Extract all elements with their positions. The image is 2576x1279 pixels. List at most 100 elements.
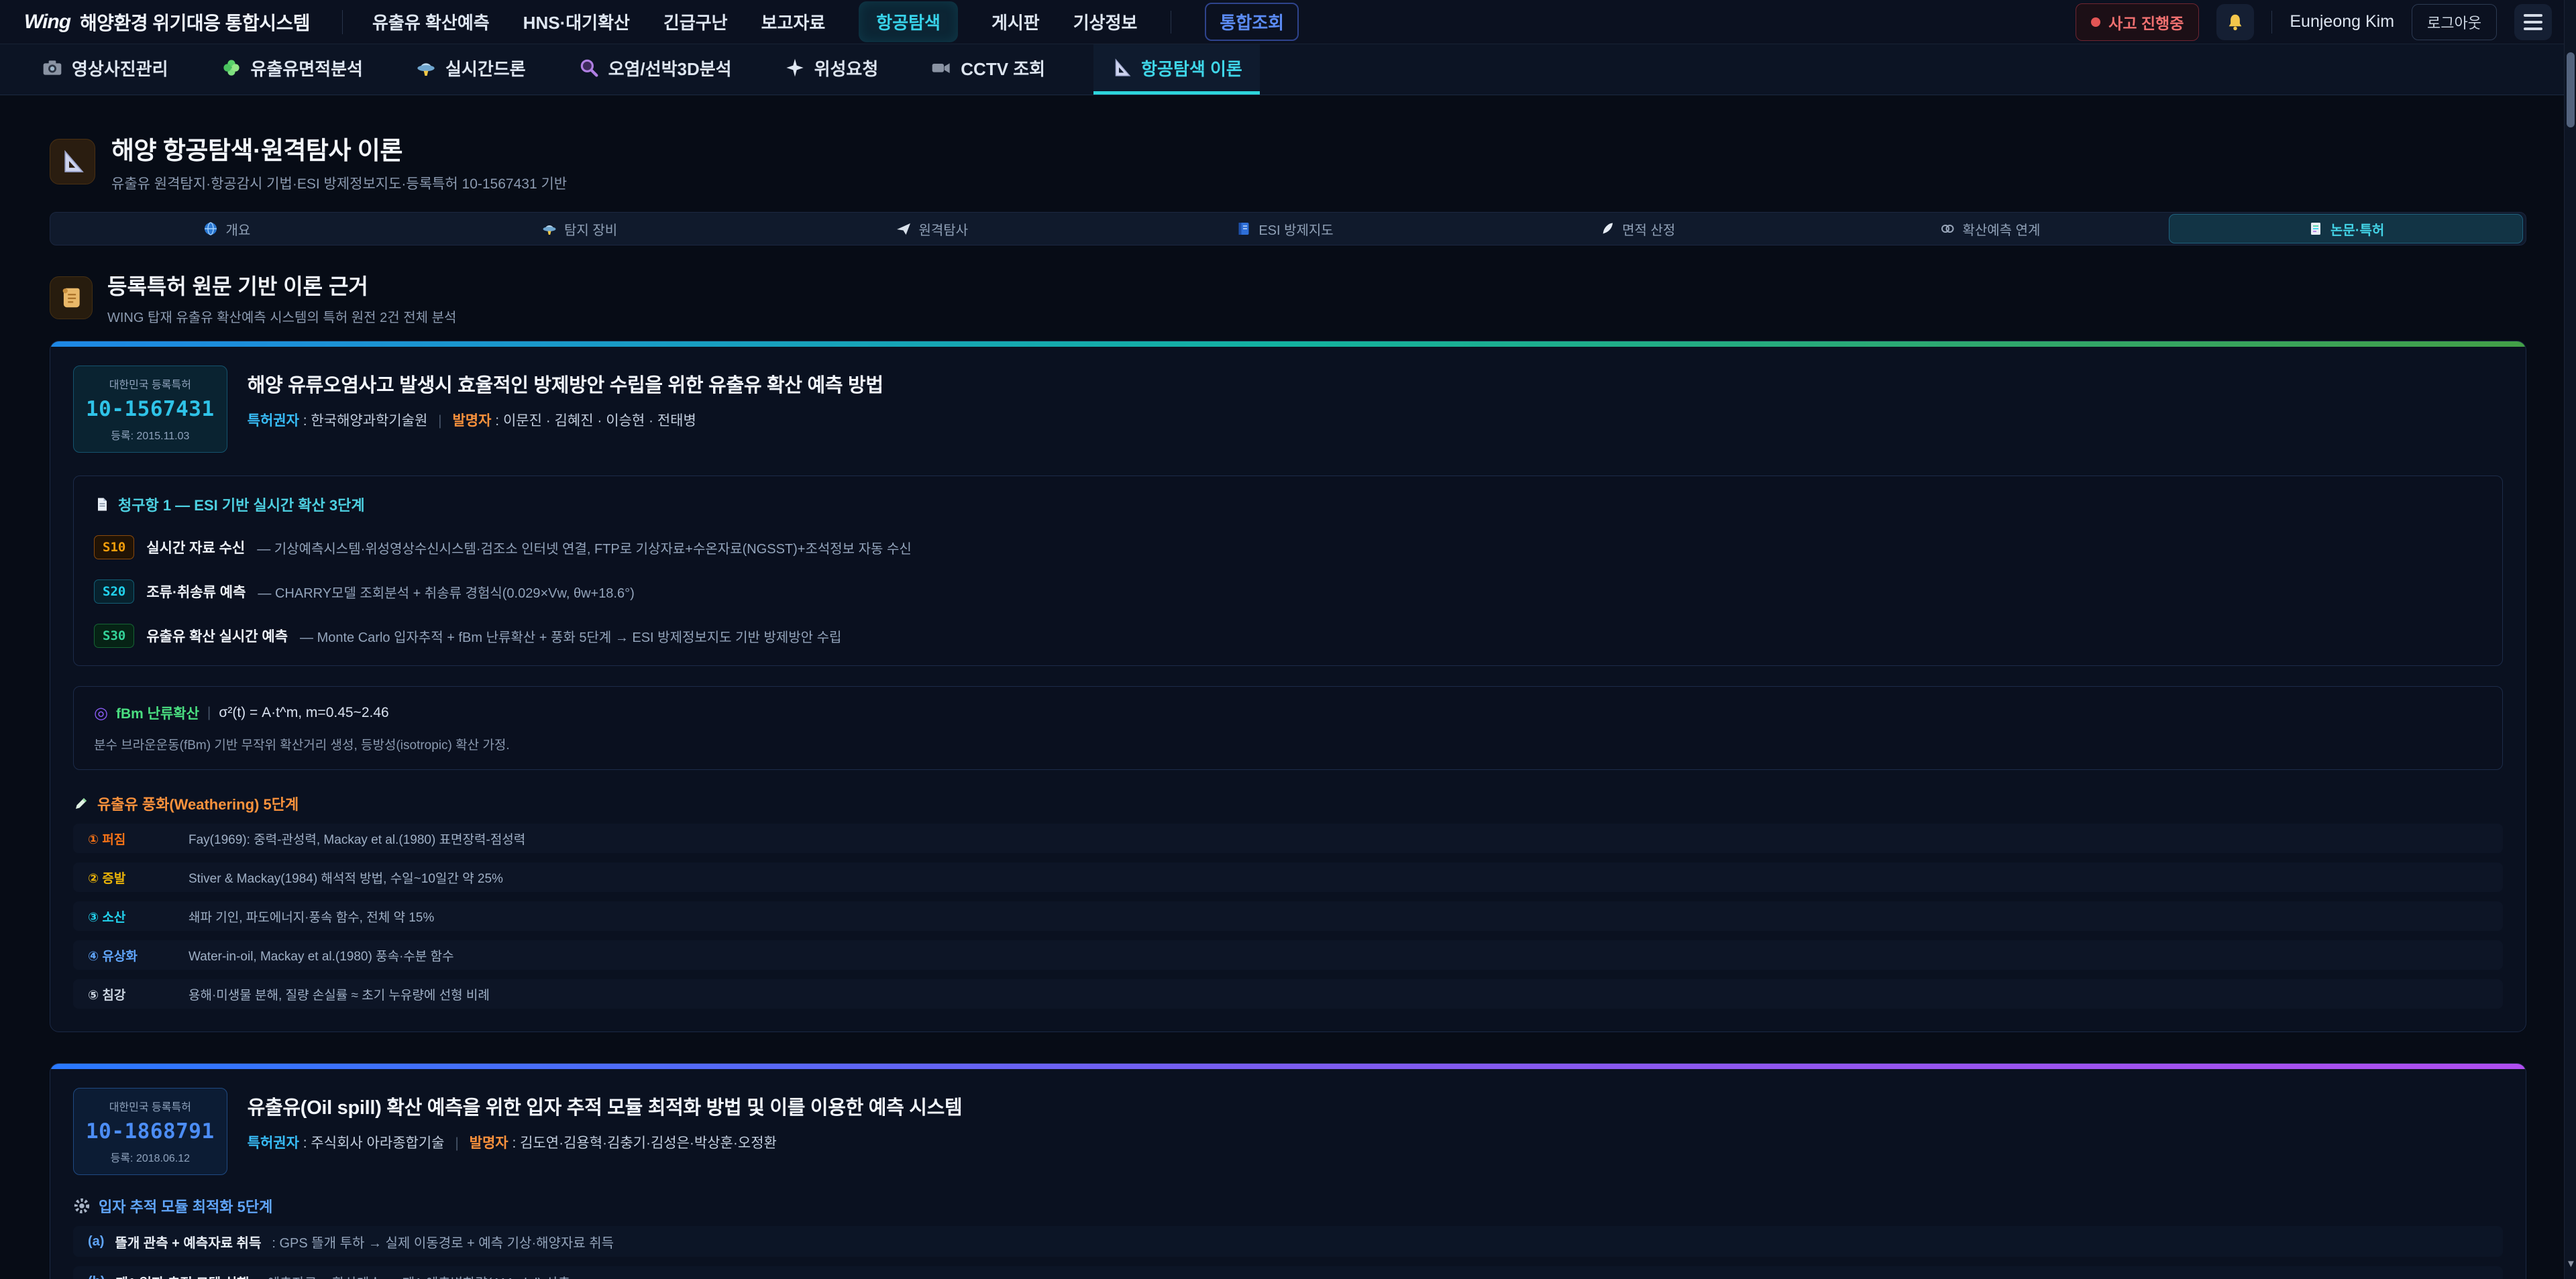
claim-step-s20: S20 조류·취송류 예측 — CHARRY모델 조회분석 + 취송류 경험식(… — [94, 579, 2482, 604]
nav-emergency-rescue[interactable]: 긴급구난 — [663, 9, 728, 34]
weathering-stage: ② 증발 — [88, 869, 189, 887]
patent-card-1: 대한민국 등록특허 10-1567431 등록: 2015.11.03 해양 유… — [50, 341, 2526, 1032]
cctv-icon — [930, 57, 952, 78]
scrollbar-thumb[interactable] — [2567, 52, 2575, 127]
camera-icon — [42, 57, 63, 78]
nav-integrated-search[interactable]: 통합조회 — [1205, 3, 1299, 41]
nav-reports[interactable]: 보고자료 — [761, 9, 826, 34]
document-icon — [2308, 221, 2324, 237]
step-key: (a) — [88, 1234, 104, 1249]
incident-label: 사고 진행중 — [2108, 11, 2184, 34]
triangle-ruler-icon — [59, 148, 86, 175]
airplane-icon — [896, 221, 912, 237]
tab-diffusion-link[interactable]: 확산예측 연계 — [1814, 213, 2167, 245]
tab-detection-equipment[interactable]: 탐지 장비 — [403, 213, 756, 245]
optimization-header-text: 입자 추적 모듈 최적화 5단계 — [99, 1195, 272, 1217]
patent1-number-badge: 대한민국 등록특허 10-1567431 등록: 2015.11.03 — [73, 366, 227, 453]
main-content: 해양 항공탐색·원격탐사 이론 유출유 원격탐지·항공감시 기법·ESI 방제정… — [0, 130, 2576, 1279]
patent-card-2: 대한민국 등록특허 10-1868791 등록: 2018.06.12 유출유(… — [50, 1063, 2526, 1279]
tab-papers-patents[interactable]: 논문·특허 — [2169, 214, 2523, 243]
subtab-pollution-ship-3d[interactable]: 오염/선박3D분석 — [574, 44, 736, 95]
brand-logo: Wing — [24, 11, 70, 34]
tab-overview[interactable]: 개요 — [50, 213, 403, 245]
card-gradient-bar — [50, 1064, 2526, 1069]
tab-label: 개요 — [225, 219, 250, 239]
weathering-stage: ① 퍼짐 — [88, 830, 189, 848]
drone-ufo-icon — [541, 221, 557, 237]
subtab-realtime-drone[interactable]: 실시간드론 — [411, 44, 530, 95]
weathering-header: 유출유 풍화(Weathering) 5단계 — [73, 793, 2503, 814]
weathering-section: 유출유 풍화(Weathering) 5단계 ① 퍼짐 Fay(1969): 중… — [73, 793, 2503, 1009]
patent-reg-date: 등록: 2018.06.12 — [86, 1149, 215, 1165]
ruler-icon — [1111, 57, 1132, 78]
nav-board[interactable]: 게시판 — [991, 9, 1040, 34]
meta-divider: | — [431, 413, 448, 429]
top-navigation-bar: Wing 해양환경 위기대응 통합시스템 유출유 확산예측 HNS·대기확산 긴… — [0, 0, 2576, 44]
weathering-desc: 쇄파 기인, 파도에너지·풍속 함수, 전체 약 15% — [189, 907, 434, 926]
fbm-headline: ◎ fBm 난류확산 | σ²(t) = A·t^m, m=0.45~2.46 — [94, 703, 2482, 723]
scrollbar-down-arrow-icon[interactable]: ▼ — [2566, 1258, 2576, 1270]
card-gradient-bar — [50, 341, 2526, 347]
subtab-label: CCTV 조회 — [961, 56, 1045, 80]
nav-weather-info[interactable]: 기상정보 — [1073, 9, 1138, 34]
bell-icon — [2225, 12, 2245, 32]
nav-aerial-search[interactable]: 항공탐색 — [859, 1, 958, 42]
fbm-formula: σ²(t) = A·t^m, m=0.45~2.46 — [219, 705, 388, 721]
step-code: S20 — [94, 579, 134, 604]
subtab-label: 오염/선박3D분석 — [608, 56, 732, 80]
patent2-title: 유출유(Oil spill) 확산 예측을 위한 입자 추적 모듈 최적화 방법… — [248, 1092, 963, 1120]
optimization-section: 입자 추적 모듈 최적화 5단계 (a) 뜰개 관측 + 예측자료 취득 : G… — [73, 1195, 2503, 1279]
patent-country: 대한민국 등록특허 — [86, 1098, 215, 1114]
subtab-cctv[interactable]: CCTV 조회 — [926, 44, 1049, 95]
patent2-number-badge: 대한민국 등록특허 10-1868791 등록: 2018.06.12 — [73, 1088, 227, 1175]
inventor-value: : 김도연·김용혁·김충기·김성은·박상훈·오정환 — [512, 1135, 776, 1151]
menu-button[interactable] — [2514, 4, 2552, 40]
step-desc: : GPS 뜰개 투하 → 실제 이동경로 + 예측 기상·해양자료 취득 — [272, 1232, 614, 1252]
step-name: 뜰개 관측 + 예측자료 취득 — [115, 1232, 261, 1252]
step-key: (b) — [88, 1274, 105, 1279]
weathering-row-3: ③ 소산 쇄파 기인, 파도에너지·풍속 함수, 전체 약 15% — [73, 901, 2503, 931]
main-nav: 유출유 확산예측 HNS·대기확산 긴급구난 보고자료 항공탐색 게시판 기상정… — [372, 1, 1299, 42]
weathering-desc: Stiver & Mackay(1984) 해석적 방법, 수일~10일간 약 … — [189, 869, 503, 887]
weathering-stage: ③ 소산 — [88, 907, 189, 926]
globe-icon — [203, 221, 219, 237]
weathering-row-2: ② 증발 Stiver & Mackay(1984) 해석적 방법, 수일~10… — [73, 863, 2503, 892]
subtab-label: 유출유면적분석 — [251, 56, 363, 80]
step-name: 제1 입자 추적 모델 실행 — [116, 1272, 250, 1279]
step-desc: : 예측자료 + 확산계수 → 제1 예측변화량(ΔModel) 산출 — [260, 1272, 571, 1279]
section-icon-box — [50, 276, 93, 319]
tab-esi-map[interactable]: ESI 방제지도 — [1108, 213, 1461, 245]
subtab-aerial-search-theory[interactable]: 항공탐색 이론 — [1093, 44, 1260, 95]
brand: Wing 해양환경 위기대응 통합시스템 — [24, 9, 310, 36]
fbm-description: 분수 브라운운동(fBm) 기반 무작위 확산거리 생성, 등방성(isotro… — [94, 735, 2482, 753]
step-name: 유출유 확산 실시간 예측 — [146, 626, 288, 646]
vertical-scrollbar[interactable]: ▼ — [2564, 0, 2576, 1279]
patent-number: 10-1567431 — [86, 397, 215, 421]
nav-oil-spill-prediction[interactable]: 유출유 확산예측 — [372, 9, 490, 34]
subtab-oil-area-analysis[interactable]: 유출유면적분석 — [217, 44, 367, 95]
tab-area-calculation[interactable]: 면적 산정 — [1461, 213, 1814, 245]
section-title: 등록특허 원문 기반 이론 근거 — [107, 270, 456, 300]
logout-button[interactable]: 로그아웃 — [2412, 4, 2497, 40]
page-title: 해양 항공탐색·원격탐사 이론 — [111, 130, 567, 166]
theory-tabstrip: 개요 탐지 장비 원격탐사 ESI 방제지도 면적 — [50, 212, 2526, 245]
page-subtitle: 유출유 원격탐지·항공감시 기법·ESI 방제정보지도·등록특허 10-1567… — [111, 173, 567, 193]
divider — [342, 10, 343, 34]
subtab-photo-management[interactable]: 영상사진관리 — [38, 44, 172, 95]
patent1-title: 해양 유류오염사고 발생시 효율적인 방제방안 수립을 위한 유출유 확산 예측… — [248, 370, 883, 398]
page-header: 해양 항공탐색·원격탐사 이론 유출유 원격탐지·항공감시 기법·ESI 방제정… — [50, 130, 2526, 193]
tab-remote-sensing[interactable]: 원격탐사 — [755, 213, 1108, 245]
scroll-icon — [58, 285, 84, 311]
claim-step-s10: S10 실시간 자료 수신 — 기상예측시스템·위성영상수신시스템·검조소 인터… — [94, 535, 2482, 559]
nav-hns-air-diffusion[interactable]: HNS·대기확산 — [523, 9, 630, 34]
notification-bell-button[interactable] — [2216, 4, 2254, 40]
optimization-step-a: (a) 뜰개 관측 + 예측자료 취득 : GPS 뜰개 투하 → 실제 이동경… — [73, 1226, 2503, 1257]
claim-header-text: 청구항 1 — ESI 기반 실시간 확산 3단계 — [118, 494, 365, 515]
weathering-desc: Water-in-oil, Mackay et al.(1980) 풍속·수분 … — [189, 946, 454, 964]
inventor-value: : 이문진 · 김혜진 · 이승현 · 전태병 — [495, 413, 696, 429]
tab-label: 탐지 장비 — [564, 219, 617, 239]
page-icon — [94, 496, 110, 512]
fbm-divider: | — [207, 705, 211, 721]
subtab-satellite-request[interactable]: 위성요청 — [780, 44, 883, 95]
user-name: Eunjeong Kim — [2290, 12, 2394, 32]
